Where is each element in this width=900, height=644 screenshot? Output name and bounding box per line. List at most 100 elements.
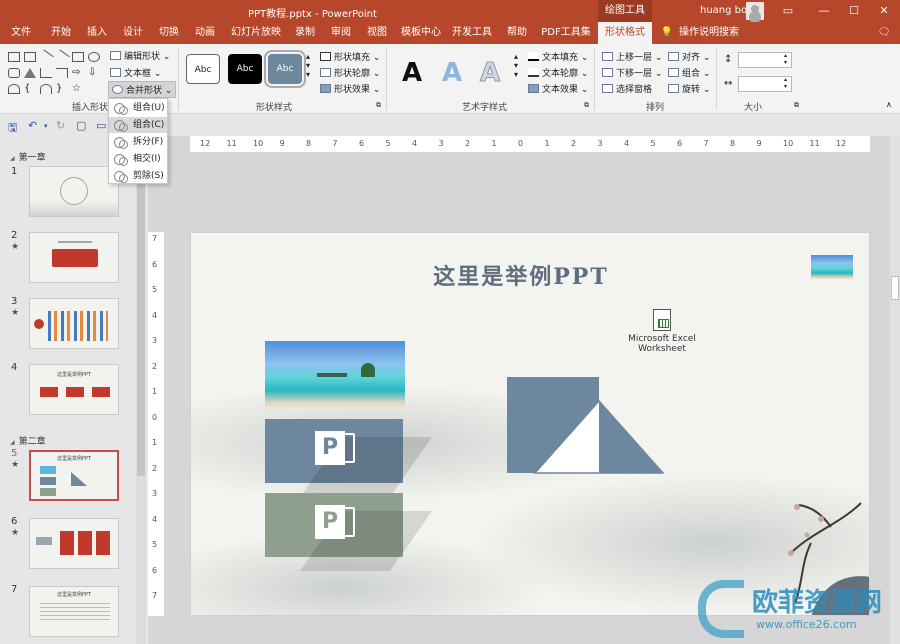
curve-shape-icon[interactable] (8, 84, 20, 94)
brace-right-shape-icon[interactable]: } (56, 84, 68, 94)
corner-beach-photo[interactable] (811, 255, 853, 279)
minimize-button[interactable]: — (814, 2, 834, 20)
tab-pdf-tools[interactable]: PDF工具集 (540, 22, 592, 44)
rounded-rect-shape-icon[interactable] (8, 68, 20, 78)
slide-thumbnail-1[interactable] (29, 166, 119, 217)
menu-item-subtract[interactable]: 剪除(S) (109, 168, 167, 184)
comments-icon[interactable]: 🗨 (874, 22, 894, 44)
undo-dropdown-icon[interactable]: ▾ (44, 122, 48, 130)
tab-shape-format[interactable]: 形状格式 (598, 22, 652, 44)
text-box-shape-icon[interactable] (8, 52, 20, 62)
slide-title[interactable]: 这里是举例PPT (191, 259, 851, 291)
rotate-button[interactable]: 旋转 ⌄ (668, 82, 710, 95)
ppt-tile-green[interactable]: P (265, 493, 433, 571)
editor-scrollbar-thumb[interactable] (891, 276, 899, 300)
tab-help[interactable]: 帮助 (502, 22, 532, 44)
height-spinner[interactable]: ▴ ▾ (784, 52, 787, 66)
tab-slideshow[interactable]: 幻灯片放映 (228, 22, 284, 44)
wordart-style-2[interactable]: A (442, 58, 462, 88)
avatar[interactable] (746, 2, 764, 20)
arrow-down-shape-icon[interactable]: ⇩ (88, 68, 100, 78)
merge-shapes-button[interactable]: 合并形状 ⌄ (108, 81, 177, 98)
tab-transitions[interactable]: 切换 (154, 22, 184, 44)
wordart-style-3[interactable]: A (479, 58, 500, 89)
brace-shape-icon[interactable]: { (24, 84, 36, 94)
slide-canvas[interactable]: 这里是举例PPT P P Microsoft Excel Worksheet (190, 232, 870, 616)
style-gallery-scroll[interactable]: ▴ ▾ ▾ (306, 52, 310, 79)
slide-thumbnail-2[interactable] (29, 232, 119, 283)
slide-thumbnail-5[interactable]: 这里是举例PPT (29, 450, 119, 501)
tab-record[interactable]: 录制 (290, 22, 320, 44)
align-button[interactable]: 对齐 ⌄ (668, 50, 710, 63)
send-backward-button[interactable]: 下移一层 ⌄ (602, 66, 662, 79)
shape-style-swatch-2[interactable]: Abc (228, 54, 262, 84)
user-name[interactable]: huang bo (700, 5, 747, 16)
slide-thumbnail-7[interactable]: 这里是举例PPT (29, 586, 119, 637)
ppt-tile-blue[interactable]: P (265, 419, 433, 497)
menu-item-union[interactable]: 组合(U) (109, 100, 167, 116)
rectangle-shape-icon[interactable] (72, 52, 84, 62)
arrow-shape-icon[interactable] (54, 49, 70, 65)
ribbon-display-button[interactable]: ▭ (778, 2, 798, 20)
bring-forward-button[interactable]: 上移一层 ⌄ (602, 50, 662, 63)
tab-review[interactable]: 审阅 (326, 22, 356, 44)
tab-file[interactable]: 文件 (4, 22, 38, 44)
oval-shape-icon[interactable] (88, 52, 100, 62)
wordart-gallery-scroll[interactable]: ▴ ▾ ▾ (514, 52, 518, 79)
tab-design[interactable]: 设计 (118, 22, 148, 44)
panel-scrollbar-thumb[interactable] (137, 176, 145, 476)
text-fill-button[interactable]: 文本填充 ⌄ (528, 50, 588, 63)
excel-embedded-object[interactable]: Microsoft Excel Worksheet (627, 309, 697, 354)
lightbulb-icon[interactable]: 💡 (660, 22, 674, 44)
editor-scrollbar[interactable] (890, 136, 900, 644)
menu-item-fragment[interactable]: 拆分(F) (109, 134, 167, 150)
shape-style-swatch-1[interactable]: Abc (186, 54, 220, 84)
triangle-shape-icon[interactable] (24, 68, 36, 78)
tab-animations[interactable]: 动画 (190, 22, 220, 44)
slide-thumbnail-3[interactable] (29, 298, 119, 349)
star-shape-icon[interactable]: ☆ (72, 84, 84, 94)
shape-styles-launcher-icon[interactable]: ⧉ (376, 101, 381, 110)
edit-shape-button[interactable]: 编辑形状 ⌄ (110, 49, 170, 62)
shape-fill-button[interactable]: 形状填充 ⌄ (320, 50, 380, 63)
tab-developer[interactable]: 开发工具 (452, 22, 492, 44)
tab-home[interactable]: 开始 (46, 22, 76, 44)
section-header[interactable]: 第二章 (10, 434, 46, 447)
menu-item-intersect[interactable]: 相交(I) (109, 151, 167, 167)
collapse-ribbon-icon[interactable]: ∧ (886, 100, 892, 109)
text-box-shape-icon[interactable] (24, 52, 36, 62)
tell-me-search[interactable]: 操作说明搜索 (678, 22, 740, 44)
shapes-gallery[interactable]: ⇨ ⇩ { } ☆ (8, 49, 104, 96)
slideshow-start-icon[interactable]: ▢ (76, 119, 86, 132)
beach-photo[interactable] (265, 341, 405, 407)
group-button[interactable]: 组合 ⌄ (668, 66, 710, 79)
wordart-style-1[interactable]: A (402, 58, 422, 88)
shape-effects-button[interactable]: 形状效果 ⌄ (320, 82, 380, 95)
tab-view[interactable]: 视图 (362, 22, 392, 44)
customize-qat-icon[interactable]: ▭ (96, 119, 106, 132)
arc-shape-icon[interactable] (40, 84, 52, 94)
selection-pane-button[interactable]: 选择窗格 (602, 82, 652, 95)
close-button[interactable]: ✕ (874, 2, 894, 20)
text-outline-button[interactable]: 文本轮廓 ⌄ (528, 66, 588, 79)
menu-item-combine[interactable]: 组合(C) (109, 117, 167, 133)
section-header[interactable]: 第一章 (10, 150, 46, 163)
tab-template-center[interactable]: 模板中心 (398, 22, 444, 44)
connector-shape-icon[interactable] (40, 68, 52, 78)
width-spinner[interactable]: ▴ ▾ (784, 76, 787, 90)
line-shape-icon[interactable] (38, 49, 54, 65)
text-effects-button[interactable]: 文本效果 ⌄ (528, 82, 588, 95)
slide-thumbnail-6[interactable] (29, 518, 119, 569)
tab-insert[interactable]: 插入 (82, 22, 112, 44)
wordart-launcher-icon[interactable]: ⧉ (584, 101, 589, 110)
maximize-button[interactable]: ☐ (844, 2, 864, 20)
merged-shape-group[interactable] (507, 377, 667, 475)
shape-outline-button[interactable]: 形状轮廓 ⌄ (320, 66, 380, 79)
arrow-right-shape-icon[interactable]: ⇨ (72, 68, 84, 78)
shape-style-swatch-3[interactable]: Abc (264, 50, 306, 88)
undo-icon[interactable]: ↶ (28, 119, 37, 132)
text-box-button[interactable]: 文本框 ⌄ (110, 66, 161, 79)
slide-thumbnail-4[interactable]: 这里是举例PPT (29, 364, 119, 415)
panel-scrollbar[interactable] (136, 136, 146, 644)
redo-icon[interactable]: ↻ (56, 119, 65, 132)
